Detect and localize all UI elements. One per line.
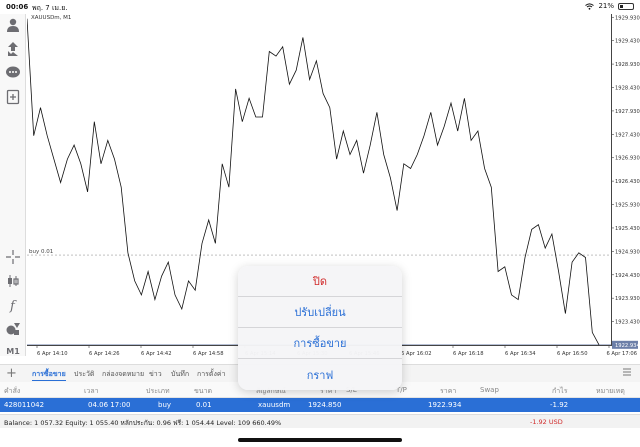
list-menu-icon[interactable] [622, 367, 632, 377]
order-ticket: 428011042 [4, 401, 45, 409]
tab-journal[interactable]: บันทึก [171, 369, 189, 380]
x-tick-label: 6 Apr 16:50 [557, 351, 588, 357]
battery-percent: 21% [598, 2, 614, 10]
y-tick-label: 1926.930 [615, 156, 640, 162]
tab-history[interactable]: ประวัติ [74, 369, 94, 380]
crosshair-icon[interactable] [4, 248, 22, 266]
y-tick-label: 1926.430 [615, 179, 640, 185]
status-date: พฤ. 7 เม.ย. [32, 4, 68, 12]
y-tick-label: 1927.430 [615, 132, 640, 138]
tab-news[interactable]: ข่าว [149, 369, 162, 380]
order-symbol: xauusdm [258, 401, 291, 409]
order-size: 0.01 [196, 401, 212, 409]
left-toolbar: f M1 [0, 14, 26, 356]
modify-order-item[interactable]: ปรับเปลี่ยน [238, 297, 402, 328]
tab-mailbox[interactable]: กล่องจดหมาย [102, 369, 144, 380]
column-header: เวลา [84, 387, 99, 395]
column-header: หมายเหตุ [596, 387, 625, 395]
order-open-price: 1924.850 [308, 401, 342, 409]
order-time: 04.06 17:00 [88, 401, 131, 409]
y-tick-label: 1929.430 [615, 39, 640, 45]
status-right: 21% [585, 2, 634, 10]
candlestick-icon[interactable] [4, 272, 22, 290]
indicator-f-icon[interactable]: f [4, 296, 22, 314]
table-row[interactable]: 428011042 04.06 17:00 buy 0.01 xauusdm 1… [0, 398, 640, 412]
order-type: buy [158, 401, 172, 409]
column-header: ขนาด [194, 387, 213, 395]
y-tick-label: 1925.930 [615, 203, 640, 209]
wifi-icon [585, 2, 595, 10]
column-header: ราคา [440, 387, 457, 395]
column-header: Swap [480, 386, 499, 394]
balance-bar: Balance: 1 057.32 Equity: 1 055.40 หลักป… [0, 414, 640, 428]
total-profit: -1.92 USD [530, 418, 563, 426]
chat-icon[interactable] [4, 64, 22, 82]
x-tick-label: 6 Apr 14:10 [37, 351, 68, 357]
account-icon[interactable] [4, 16, 22, 34]
column-header: ประเภท [146, 387, 170, 395]
order-current-price: 1922.934 [428, 401, 462, 409]
x-tick-label: 6 Apr 16:18 [453, 351, 484, 357]
objects-icon[interactable] [4, 320, 22, 338]
tab-trade[interactable]: การซื้อขาย [32, 369, 66, 381]
y-tick-label: 1923.930 [615, 296, 640, 302]
y-tick-label: 1925.430 [615, 226, 640, 232]
battery-icon [618, 2, 634, 10]
trade-arrows-icon[interactable] [4, 40, 22, 58]
chart-item[interactable]: กราฟ [238, 359, 402, 390]
y-tick-label: 1924.430 [615, 273, 640, 279]
order-profit: -1.92 [550, 401, 569, 409]
x-tick-label: 6 Apr 16:02 [401, 351, 432, 357]
x-tick-label: 6 Apr 17:06 [606, 351, 637, 357]
y-tick-label: 1922.934 [615, 343, 640, 349]
add-icon[interactable]: + [6, 366, 17, 381]
y-tick-label: 1924.930 [615, 249, 640, 255]
price-axis [611, 14, 612, 345]
trade-item[interactable]: การซื้อขาย [238, 328, 402, 359]
y-tick-label: 1928.930 [615, 62, 640, 68]
y-tick-label: 1928.430 [615, 86, 640, 92]
tab-settings[interactable]: การตั้งค่า [197, 369, 226, 380]
timeframe-button[interactable]: M1 [4, 342, 22, 360]
home-indicator[interactable] [238, 438, 402, 442]
x-tick-label: 6 Apr 16:34 [505, 351, 536, 357]
context-menu: ปิด ปรับเปลี่ยน การซื้อขาย กราฟ [238, 266, 402, 390]
svg-text:f: f [9, 299, 17, 313]
column-header: คำสั่ง [4, 387, 21, 395]
balance-text: Balance: 1 057.32 Equity: 1 055.40 หลักป… [4, 419, 282, 427]
x-tick-label: 6 Apr 14:42 [141, 351, 172, 357]
buy-level-label: buy 0.01 [29, 249, 53, 255]
status-bar: 00:06 พฤ. 7 เม.ย. 21% [0, 0, 640, 14]
new-order-icon[interactable] [4, 88, 22, 106]
status-time: 00:06 [6, 3, 29, 11]
column-header: กำไร [552, 387, 568, 395]
x-tick-label: 6 Apr 14:58 [193, 351, 224, 357]
x-tick-label: 6 Apr 14:26 [89, 351, 120, 357]
y-tick-label: 1923.430 [615, 320, 640, 326]
y-tick-label: 1927.930 [615, 109, 640, 115]
y-tick-label: 1929.930 [615, 15, 640, 21]
close-order-item[interactable]: ปิด [238, 266, 402, 297]
